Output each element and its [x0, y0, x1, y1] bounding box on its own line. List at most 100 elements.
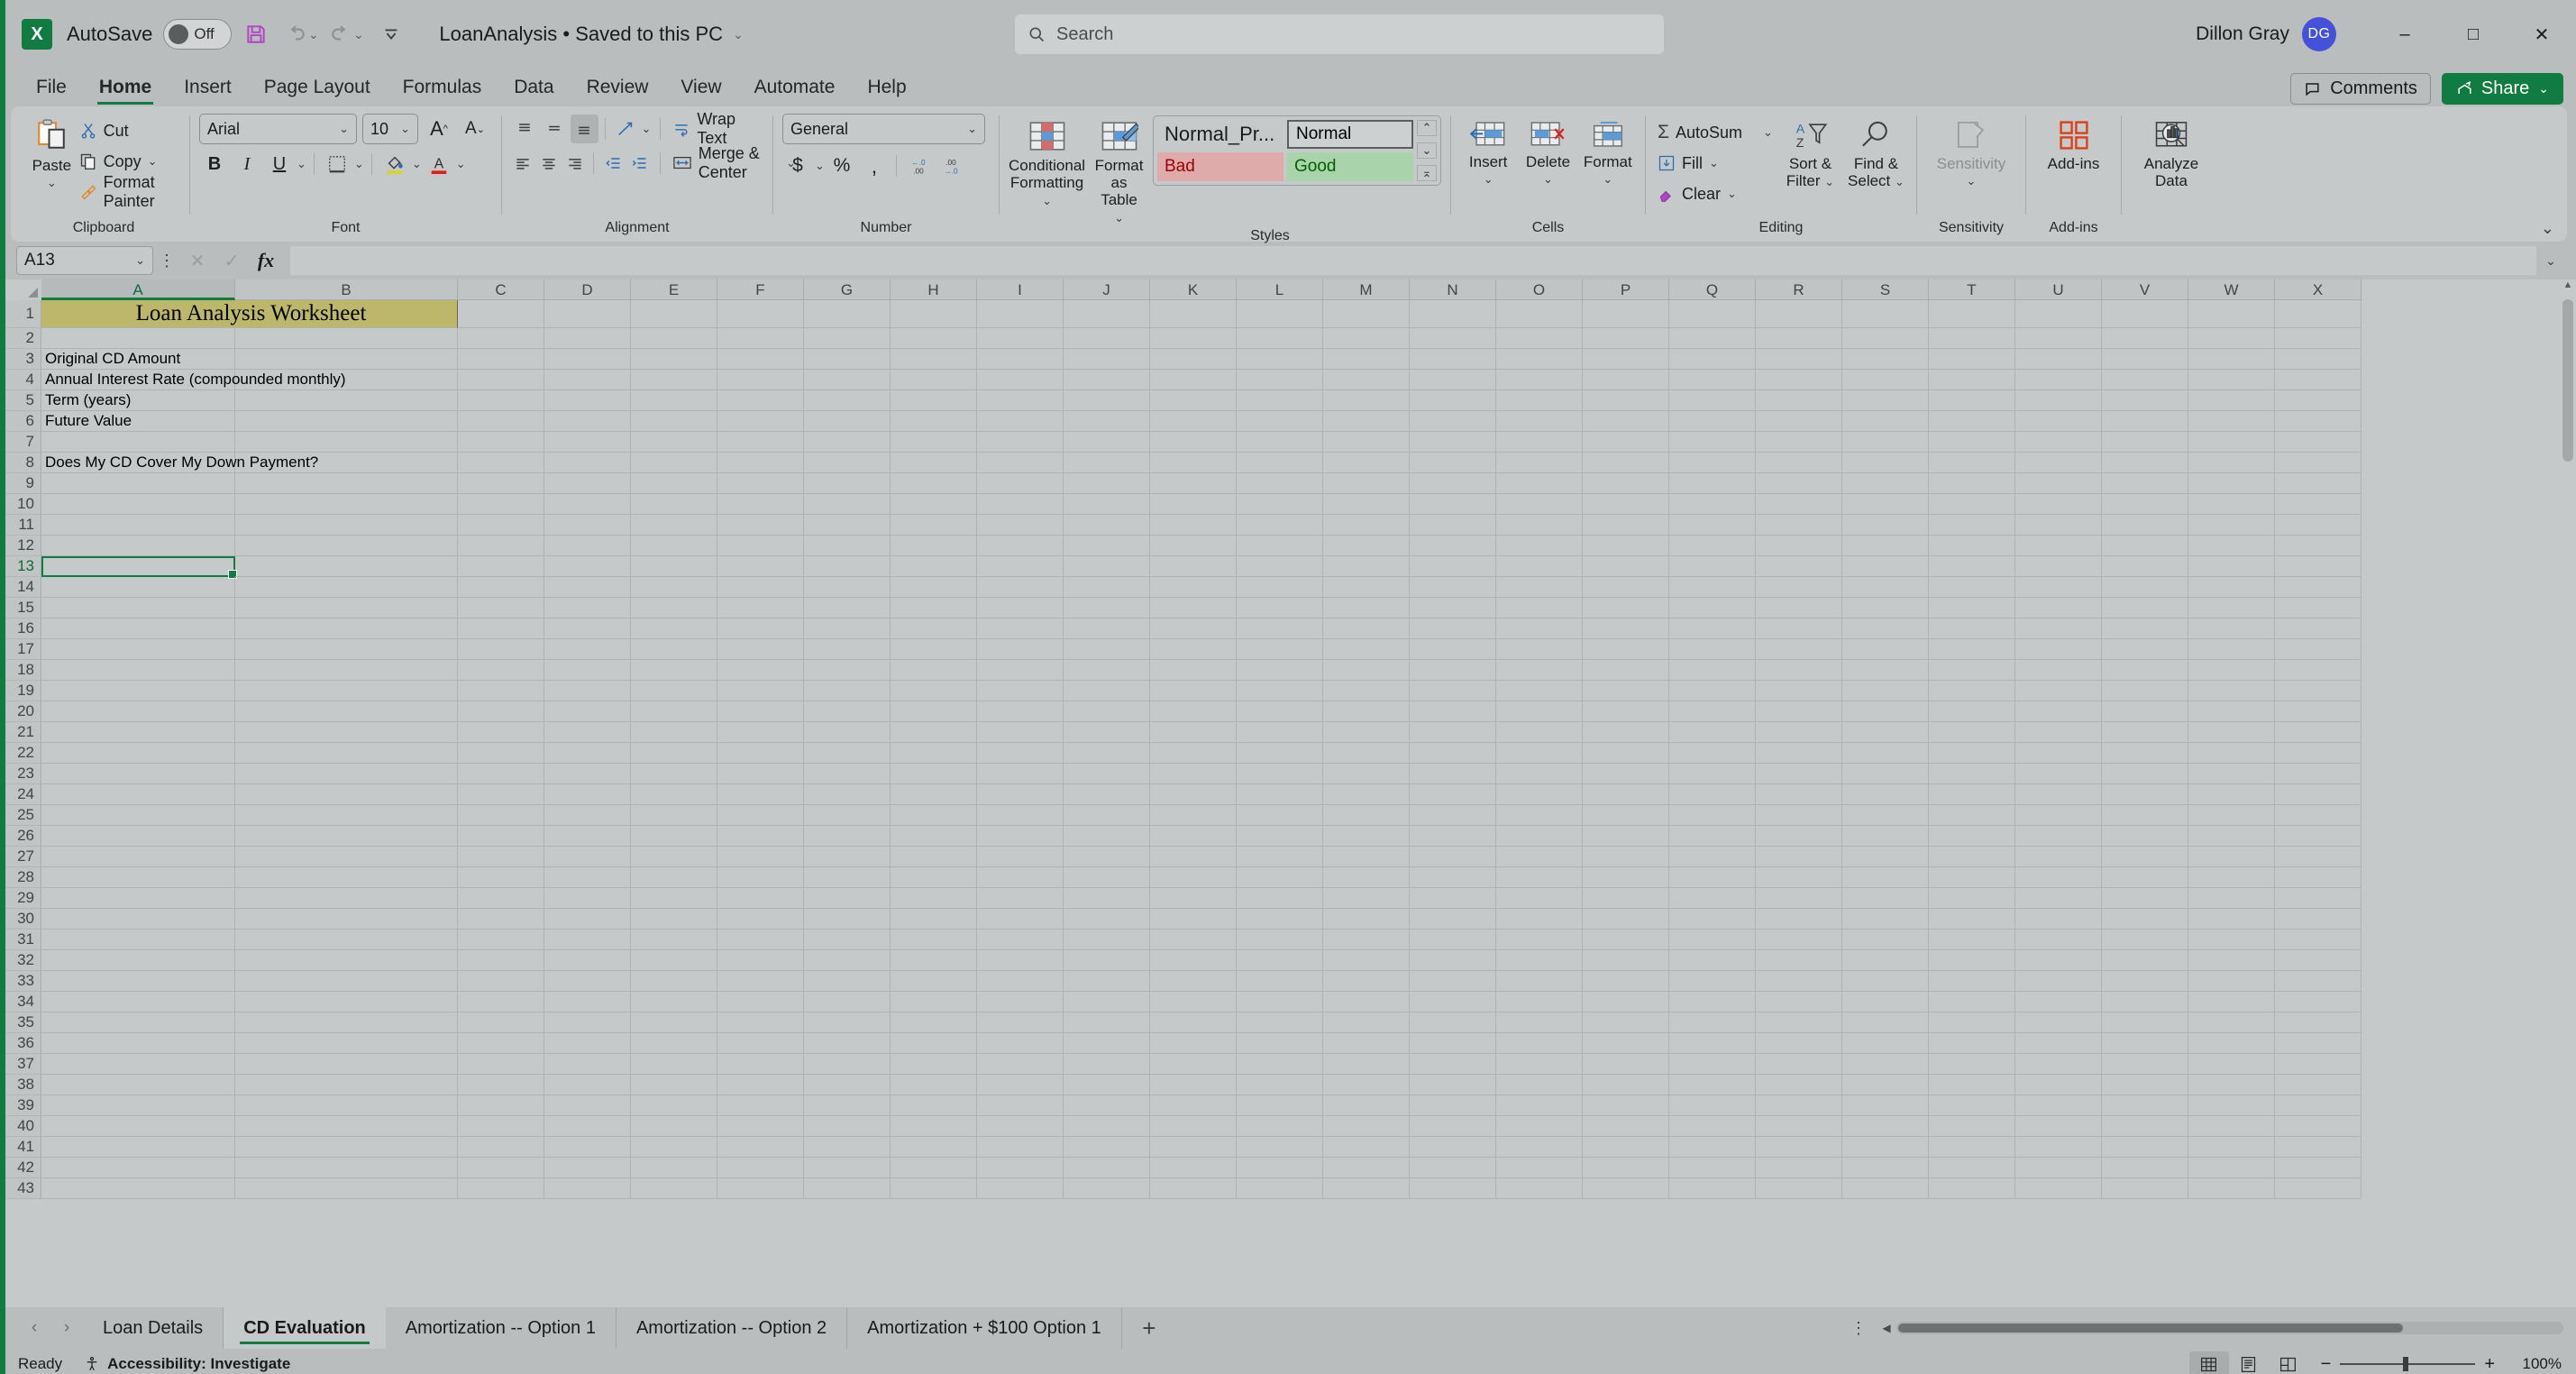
cell-T15[interactable] [1929, 598, 2015, 618]
cell-C30[interactable] [458, 909, 544, 930]
cell-H5[interactable] [891, 390, 977, 411]
cell-B30[interactable] [235, 909, 458, 930]
cell-F42[interactable] [717, 1158, 804, 1178]
cell-M25[interactable] [1323, 805, 1410, 826]
cell-Q35[interactable] [1669, 1012, 1756, 1033]
page-break-view-icon[interactable] [2269, 1351, 2308, 1374]
cell-D18[interactable] [544, 660, 631, 681]
cell-A26[interactable] [41, 826, 235, 847]
tab-data[interactable]: Data [498, 72, 570, 106]
row-header-23[interactable]: 23 [5, 764, 41, 784]
cell-H37[interactable] [891, 1054, 977, 1075]
cell-D6[interactable] [544, 411, 631, 432]
cell-T14[interactable] [1929, 577, 2015, 598]
sheet-tab-amortization-100-opt-1[interactable]: Amortization + $100 Option 1 [847, 1307, 1122, 1349]
cell-C31[interactable] [458, 930, 544, 950]
cell-P7[interactable] [1583, 432, 1669, 453]
cell-S10[interactable] [1842, 494, 1929, 515]
cell-V8[interactable] [2102, 453, 2188, 473]
tab-page-layout[interactable]: Page Layout [248, 72, 387, 106]
confirm-icon[interactable]: ✓ [215, 246, 249, 275]
cell-J34[interactable] [1064, 992, 1150, 1012]
cell-D43[interactable] [544, 1178, 631, 1199]
row-header-39[interactable]: 39 [5, 1095, 41, 1116]
cell-M3[interactable] [1323, 349, 1410, 370]
cell-L22[interactable] [1237, 743, 1323, 764]
cell-K32[interactable] [1150, 950, 1237, 971]
cell-J3[interactable] [1064, 349, 1150, 370]
cell-L36[interactable] [1237, 1033, 1323, 1054]
cell-U8[interactable] [2015, 453, 2102, 473]
cell-F14[interactable] [717, 577, 804, 598]
column-header-k[interactable]: K [1150, 279, 1237, 300]
cell-J32[interactable] [1064, 950, 1150, 971]
cell-O10[interactable] [1496, 494, 1583, 515]
cell-T10[interactable] [1929, 494, 2015, 515]
customize-quick-access-toolbar-icon[interactable] [370, 14, 412, 55]
cell-C23[interactable] [458, 764, 544, 784]
cell-M22[interactable] [1323, 743, 1410, 764]
sheet-tab-amortization-opt-2[interactable]: Amortization -- Option 2 [617, 1307, 848, 1349]
align-center-button[interactable] [537, 149, 562, 178]
cell-T33[interactable] [1929, 971, 2015, 992]
cell-S18[interactable] [1842, 660, 1929, 681]
cell-S37[interactable] [1842, 1054, 1929, 1075]
column-header-l[interactable]: L [1237, 279, 1323, 300]
cell-R42[interactable] [1756, 1158, 1842, 1178]
cell-B10[interactable] [235, 494, 458, 515]
cell-T34[interactable] [1929, 992, 2015, 1012]
cell-I1[interactable] [977, 300, 1064, 328]
cell-V15[interactable] [2102, 598, 2188, 618]
cell-Q33[interactable] [1669, 971, 1756, 992]
cell-S17[interactable] [1842, 639, 1929, 660]
cell-R5[interactable] [1756, 390, 1842, 411]
column-header-c[interactable]: C [458, 279, 544, 300]
cell-M31[interactable] [1323, 930, 1410, 950]
cell-F9[interactable] [717, 473, 804, 494]
cell-H16[interactable] [891, 618, 977, 639]
cell-U37[interactable] [2015, 1054, 2102, 1075]
cell-O40[interactable] [1496, 1116, 1583, 1137]
cell-C10[interactable] [458, 494, 544, 515]
align-middle-button[interactable] [541, 114, 569, 143]
cell-C42[interactable] [458, 1158, 544, 1178]
cell-D38[interactable] [544, 1075, 631, 1095]
cell-B12[interactable] [235, 536, 458, 556]
cell-O23[interactable] [1496, 764, 1583, 784]
row-header-4[interactable]: 4 [5, 370, 41, 390]
cell-X3[interactable] [2275, 349, 2361, 370]
cell-N15[interactable] [1410, 598, 1496, 618]
cell-S40[interactable] [1842, 1116, 1929, 1137]
cell-S24[interactable] [1842, 784, 1929, 805]
cell-A41[interactable] [41, 1137, 235, 1158]
cell-H21[interactable] [891, 722, 977, 743]
cell-B2[interactable] [235, 328, 458, 349]
cell-X12[interactable] [2275, 536, 2361, 556]
cell-Q31[interactable] [1669, 930, 1756, 950]
cell-J12[interactable] [1064, 536, 1150, 556]
cell-U32[interactable] [2015, 950, 2102, 971]
cell-T25[interactable] [1929, 805, 2015, 826]
row-header-40[interactable]: 40 [5, 1116, 41, 1137]
cell-I40[interactable] [977, 1116, 1064, 1137]
cell-V25[interactable] [2102, 805, 2188, 826]
cell-L29[interactable] [1237, 888, 1323, 909]
cell-L30[interactable] [1237, 909, 1323, 930]
fill-color-chevron-down-icon[interactable]: ⌄ [412, 157, 422, 171]
cell-A3[interactable]: Original CD Amount [41, 349, 235, 370]
cell-I35[interactable] [977, 1012, 1064, 1033]
avatar[interactable]: DG [2302, 17, 2336, 51]
cell-X42[interactable] [2275, 1158, 2361, 1178]
cell-H42[interactable] [891, 1158, 977, 1178]
cell-S15[interactable] [1842, 598, 1929, 618]
cell-E4[interactable] [631, 370, 717, 390]
cell-P34[interactable] [1583, 992, 1669, 1012]
cell-T6[interactable] [1929, 411, 2015, 432]
cell-N24[interactable] [1410, 784, 1496, 805]
cell-X33[interactable] [2275, 971, 2361, 992]
cell-J29[interactable] [1064, 888, 1150, 909]
cell-W43[interactable] [2188, 1178, 2275, 1199]
cell-X26[interactable] [2275, 826, 2361, 847]
clear-chevron-down-icon[interactable]: ⌄ [1727, 187, 1737, 201]
cell-A36[interactable] [41, 1033, 235, 1054]
